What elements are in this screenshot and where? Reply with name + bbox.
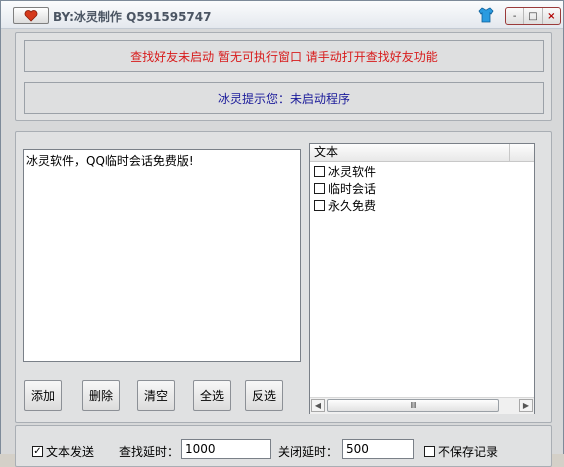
close-delay-label: 关闭延时：	[278, 445, 339, 459]
scroll-left-icon[interactable]: ◀	[311, 399, 325, 412]
heart-button[interactable]	[13, 7, 49, 24]
checkbox-icon[interactable]	[424, 446, 435, 457]
scroll-right-icon[interactable]: ▶	[519, 399, 533, 412]
list-item-label: 永久免费	[328, 198, 377, 213]
invert-selection-button[interactable]: 反选	[245, 380, 283, 411]
find-delay-input[interactable]: 1000	[181, 439, 271, 459]
add-button[interactable]: 添加	[24, 380, 62, 411]
list-item-label: 冰灵软件	[328, 164, 377, 179]
close-icon[interactable]: ×	[541, 8, 560, 24]
text-send-label: 文本发送	[46, 445, 95, 459]
no-save-option[interactable]: 不保存记录	[424, 443, 498, 460]
message-textarea[interactable]: 冰灵软件，QQ临时会话免费版!	[23, 149, 301, 362]
tshirt-icon[interactable]	[477, 6, 495, 24]
maximize-icon[interactable]: □	[523, 8, 541, 24]
list-item-label: 临时会话	[328, 181, 377, 196]
checkbox-icon[interactable]	[314, 165, 325, 177]
window-title: BY:冰灵制作 Q591595747	[53, 10, 212, 24]
list-item[interactable]: 永久免费	[314, 197, 376, 213]
list-item[interactable]: 临时会话	[314, 180, 376, 196]
close-delay-input[interactable]: 500	[342, 439, 414, 459]
settings-panel: ✓ 文本发送 查找延时： 1000 关闭延时： 500 不保存记录	[15, 425, 552, 467]
find-delay-label: 查找延时：	[119, 445, 180, 459]
column-header-text[interactable]: 文本	[310, 144, 510, 161]
window-controls: - □ ×	[505, 7, 561, 25]
status-message: 查找好友未启动 暂无可执行窗口 请手动打开查找好友功能	[24, 40, 544, 72]
text-list[interactable]: 文本 冰灵软件 临时会话 永久免费 ◀ IIII ▶	[309, 143, 535, 414]
title-bar[interactable]: BY:冰灵制作 Q591595747 - □ ×	[1, 1, 563, 29]
hint-message: 冰灵提示您：未启动程序	[24, 82, 544, 114]
content-panel: 冰灵软件，QQ临时会话免费版! 添加 删除 清空 全选 反选 文本 冰灵软件 临…	[15, 131, 552, 423]
scroll-thumb[interactable]: IIII	[327, 399, 499, 412]
minimize-icon[interactable]: -	[506, 8, 523, 24]
clear-button[interactable]: 清空	[137, 380, 175, 411]
checkbox-icon[interactable]	[314, 199, 325, 211]
main-window: BY:冰灵制作 Q591595747 - □ × 查找好友未启动 暂无可执行窗口…	[0, 0, 564, 467]
horizontal-scrollbar[interactable]: ◀ IIII ▶	[310, 397, 534, 414]
heart-icon	[24, 9, 38, 22]
status-panel: 查找好友未启动 暂无可执行窗口 请手动打开查找好友功能 冰灵提示您：未启动程序	[15, 32, 552, 121]
checkbox-icon[interactable]	[314, 182, 325, 194]
text-send-option[interactable]: ✓ 文本发送	[32, 443, 94, 460]
delete-button[interactable]: 删除	[82, 380, 120, 411]
list-item[interactable]: 冰灵软件	[314, 163, 376, 179]
no-save-label: 不保存记录	[438, 445, 499, 459]
checkbox-icon[interactable]: ✓	[32, 446, 43, 457]
list-header[interactable]: 文本	[310, 144, 534, 162]
select-all-button[interactable]: 全选	[193, 380, 231, 411]
